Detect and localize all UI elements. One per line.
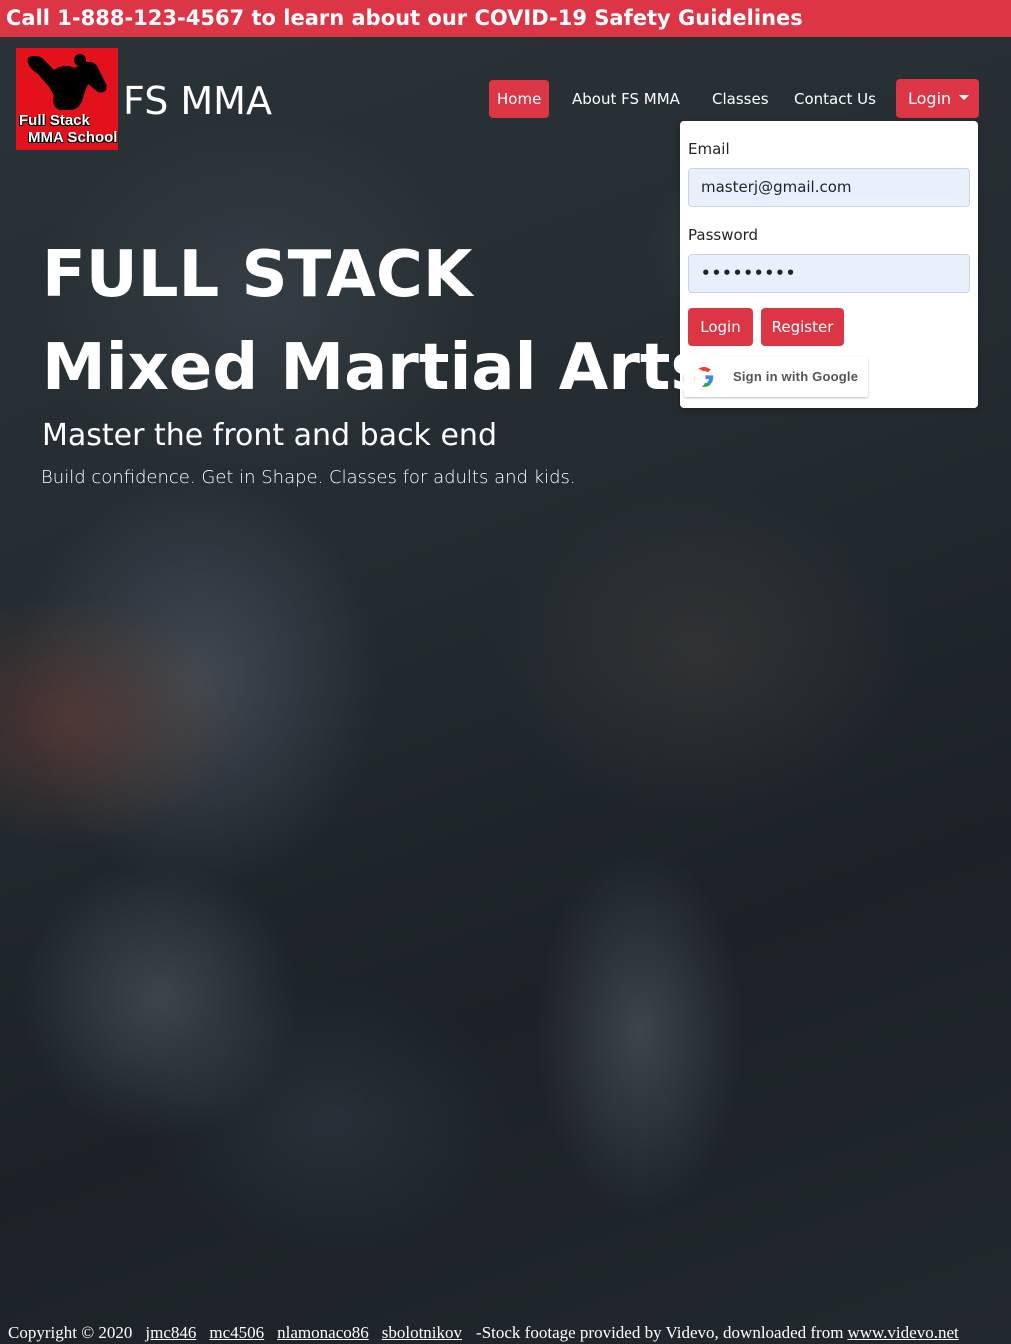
hero-tagline: Master the front and back end — [42, 418, 497, 453]
login-dropdown-menu: Email masterj@gmail.com Password •••••••… — [680, 121, 978, 408]
logo-text: Full Stack MMA School — [16, 112, 118, 146]
footer-credit: -Stock footage provided by Videvo, downl… — [476, 1323, 959, 1342]
school-logo[interactable]: Full Stack MMA School — [16, 48, 118, 150]
logo-line-2: MMA School — [28, 129, 118, 146]
password-field[interactable]: ••••••••• — [688, 254, 970, 293]
footer-copyright: Copyright © 2020 — [8, 1323, 133, 1342]
footer-author-link[interactable]: jmc846 — [145, 1323, 196, 1342]
footer-author-link[interactable]: mc4506 — [209, 1323, 264, 1342]
footer-videvo-link[interactable]: www.videvo.net — [847, 1323, 958, 1342]
logo-line-1: Full Stack — [19, 112, 90, 129]
footer-credit-text: -Stock footage provided by Videvo, downl… — [476, 1323, 844, 1342]
covid-banner: Call 1-888-123-4567 to learn about our C… — [0, 0, 1011, 37]
hero-title-line-1: FULL STACK — [42, 238, 473, 312]
google-signin-button[interactable]: Sign in with Google — [684, 357, 868, 397]
hero-subtext: Build confidence. Get in Shape. Classes … — [41, 467, 576, 488]
footer-author-link[interactable]: nlamonaco86 — [277, 1323, 369, 1342]
footer: Copyright © 2020 jmc846 mc4506 nlamonaco86 s… — [8, 1322, 1008, 1344]
footer-author-link[interactable]: sbolotnikov — [382, 1323, 462, 1342]
email-field[interactable]: masterj@gmail.com — [688, 168, 970, 207]
email-label: Email — [688, 140, 730, 158]
password-label: Password — [688, 226, 759, 244]
login-toggle-label: Login — [908, 89, 952, 108]
nav-contact[interactable]: Contact Us — [786, 80, 884, 118]
nav-home[interactable]: Home — [489, 80, 550, 118]
register-button[interactable]: Register — [761, 308, 844, 346]
fighter-silhouette-icon — [27, 54, 107, 110]
hero-title-line-2: Mixed Martial Arts — [42, 331, 709, 405]
login-dropdown-toggle[interactable]: Login — [896, 79, 979, 118]
nav-about[interactable]: About FS MMA — [564, 80, 688, 118]
caret-down-icon — [959, 95, 970, 100]
brand-title[interactable]: FS MMA — [123, 78, 272, 124]
google-signin-label: Sign in with Google — [733, 369, 859, 384]
banner-text: Call 1-888-123-4567 to learn about our C… — [6, 6, 803, 30]
nav-classes[interactable]: Classes — [704, 80, 777, 118]
